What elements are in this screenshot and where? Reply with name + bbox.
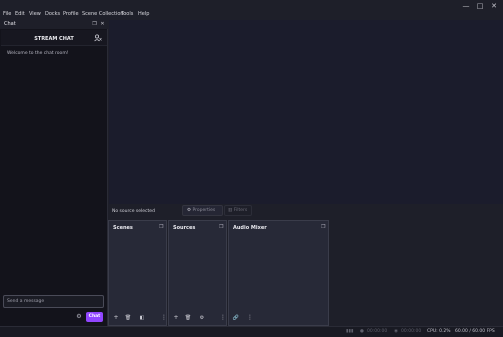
scene-more-icon[interactable]: ⋮ bbox=[160, 314, 168, 322]
record-time: 00:00:00 bbox=[367, 329, 388, 334]
scenes-title: Scenes bbox=[113, 225, 133, 231]
menu-bar: File Edit View Docks Profile Scene Colle… bbox=[0, 0, 503, 20]
sources-title: Sources bbox=[173, 225, 196, 231]
source-more-icon[interactable]: ⋮ bbox=[219, 314, 227, 322]
menu-view[interactable]: View bbox=[29, 11, 41, 17]
add-source-plus-icon[interactable]: + bbox=[172, 314, 180, 322]
chat-welcome-message: Welcome to the chat room! bbox=[7, 51, 69, 56]
float-dock-icon[interactable]: ❐ bbox=[219, 224, 225, 230]
menu-profile[interactable]: Profile bbox=[63, 11, 79, 17]
cpu-usage: CPU: 0.2% bbox=[427, 329, 451, 334]
filters-label: Filters bbox=[233, 208, 248, 213]
menu-edit[interactable]: Edit bbox=[15, 11, 25, 17]
close-dock-icon[interactable]: ✕ bbox=[99, 21, 106, 28]
menu-file[interactable]: File bbox=[3, 11, 11, 17]
properties-button[interactable]: ⚙ Properties bbox=[182, 205, 223, 216]
preview-canvas[interactable] bbox=[109, 20, 503, 204]
menu-docks[interactable]: Docks bbox=[45, 11, 60, 17]
menu-scene-collection[interactable]: Scene Collection bbox=[82, 11, 124, 17]
filters-button[interactable]: ▥ Filters bbox=[224, 205, 252, 216]
sources-dock: Sources ❐ bbox=[168, 220, 227, 326]
remove-scene-trash-icon[interactable]: 🗑 bbox=[124, 314, 132, 322]
gear-icon[interactable]: ⚙ bbox=[76, 314, 82, 320]
float-dock-icon[interactable]: ❐ bbox=[321, 224, 327, 230]
audio-more-icon[interactable]: ⋮ bbox=[246, 314, 254, 322]
fps-counter: 60.00 / 60.00 FPS bbox=[455, 329, 495, 334]
remove-source-trash-icon[interactable]: 🗑 bbox=[184, 314, 192, 322]
scene-filter-icon[interactable]: ◧ bbox=[138, 314, 146, 322]
float-dock-icon[interactable]: ❐ bbox=[159, 224, 165, 230]
user-icon[interactable] bbox=[94, 34, 102, 42]
maximize-icon[interactable]: □ bbox=[474, 1, 486, 11]
no-source-label: No source selected bbox=[112, 209, 155, 214]
properties-label: Properties bbox=[192, 208, 216, 213]
minimize-icon[interactable]: — bbox=[460, 1, 472, 11]
scenes-dock: Scenes ❐ bbox=[108, 220, 167, 326]
add-scene-plus-icon[interactable]: + bbox=[112, 314, 120, 322]
chat-dock bbox=[0, 20, 108, 326]
menu-tools[interactable]: Tools bbox=[121, 11, 133, 17]
stream-chat-title: STREAM CHAT bbox=[34, 36, 74, 42]
close-icon[interactable]: ✕ bbox=[488, 1, 500, 11]
audio-mixer-title: Audio Mixer bbox=[233, 225, 267, 231]
source-gear-icon[interactable]: ⚙ bbox=[198, 314, 206, 322]
filter-icon: ▥ bbox=[228, 208, 233, 213]
audio-link-icon[interactable]: 🔗 bbox=[232, 314, 240, 322]
menu-help[interactable]: Help bbox=[138, 11, 149, 17]
gear-icon: ⚙ bbox=[187, 208, 192, 213]
chat-send-button[interactable]: Chat bbox=[86, 312, 103, 322]
record-icon: ● bbox=[360, 329, 364, 334]
chat-message-input[interactable]: Send a message bbox=[3, 295, 104, 308]
stream-time: 00:00:00 bbox=[401, 329, 422, 334]
stream-icon: ◉ bbox=[394, 329, 398, 334]
signal-icon: ▮▮▮ bbox=[346, 329, 354, 334]
float-dock-icon[interactable]: ❐ bbox=[91, 21, 98, 28]
audio-mixer-dock: Audio Mixer ❐ bbox=[228, 220, 329, 326]
chat-dock-title: Chat bbox=[4, 21, 16, 27]
